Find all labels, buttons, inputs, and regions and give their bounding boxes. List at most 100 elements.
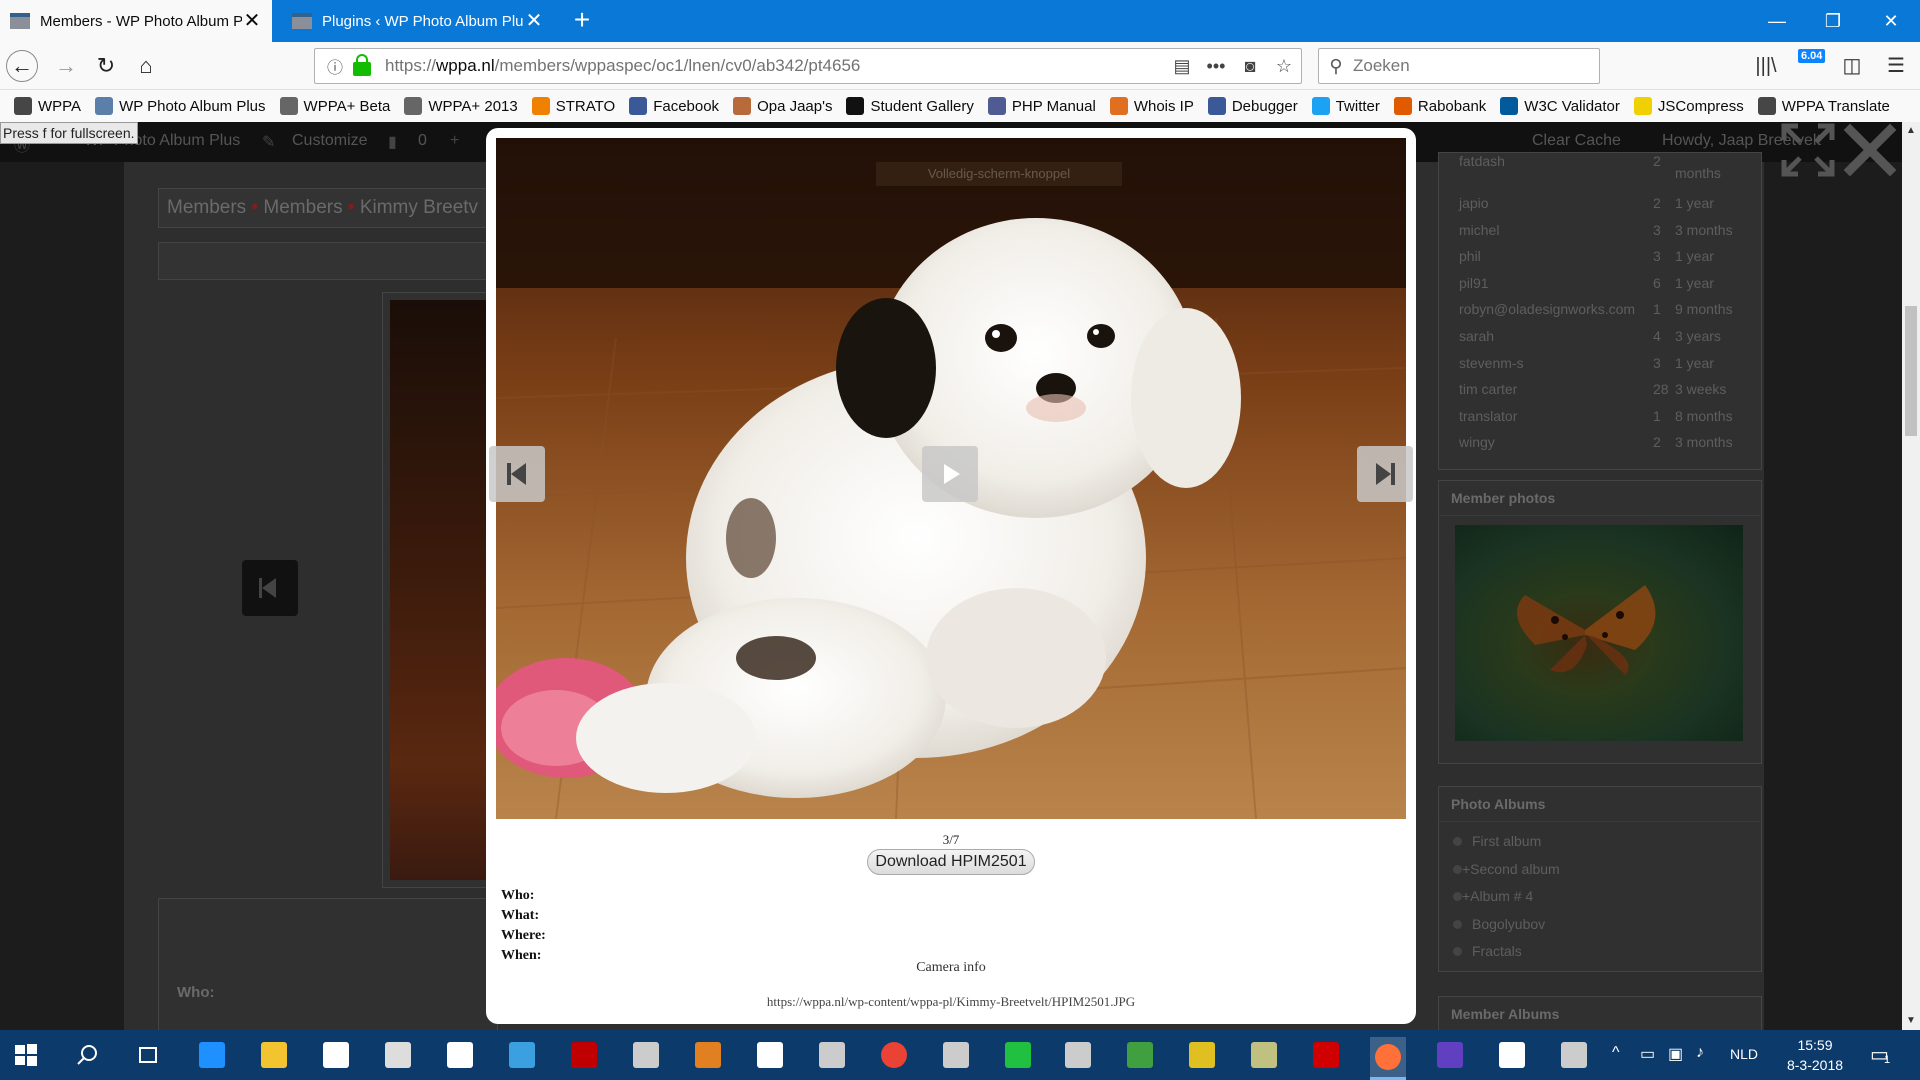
taskbar-puzzle-button[interactable]	[442, 1037, 478, 1073]
taskbar-mcafee-button[interactable]	[566, 1037, 602, 1073]
close-tab-icon[interactable]: ✕	[242, 11, 262, 31]
bookmark-item[interactable]: WP Photo Album Plus	[95, 97, 266, 115]
library-icon[interactable]: |||\	[1750, 50, 1782, 82]
breadcrumb-item[interactable]: Members	[167, 197, 246, 218]
bookmark-item[interactable]: WPPA Translate	[1757, 97, 1890, 115]
album-link[interactable]: +Album # 4	[1453, 888, 1533, 904]
taskbar-calculator-button[interactable]	[380, 1037, 416, 1073]
tab-members[interactable]: Members - WP Photo Album Pl ✕	[0, 0, 272, 42]
taskbar-file-explorer-button[interactable]	[256, 1037, 292, 1073]
taskbar-grid-button[interactable]	[752, 1037, 788, 1073]
pocket-icon[interactable]: ◙	[1233, 56, 1267, 77]
bookmark-item[interactable]: Debugger	[1207, 97, 1298, 115]
plus-icon[interactable]: +	[450, 132, 459, 150]
album-link[interactable]: +Second album	[1453, 861, 1560, 877]
search-input[interactable]	[1353, 56, 1583, 76]
forward-button[interactable]: →	[50, 50, 82, 82]
fullscreen-icon[interactable]	[1780, 122, 1836, 178]
new-tab-button[interactable]: +	[568, 6, 596, 35]
bookmark-item[interactable]: W3C Validator	[1500, 97, 1620, 115]
member-photo-thumbnail[interactable]	[1455, 525, 1743, 741]
play-slideshow-button[interactable]	[922, 446, 978, 502]
taskbar-notepad-button[interactable]	[1122, 1037, 1158, 1073]
next-photo-button[interactable]	[1357, 446, 1413, 502]
bookmark-item[interactable]: WPPA+ 2013	[404, 97, 518, 115]
url-text[interactable]: https://wppa.nl/members/wppaspec/oc1/lne…	[377, 56, 1165, 76]
taskbar-chrome-button[interactable]	[876, 1037, 912, 1073]
taskbar-visual-studio-button[interactable]	[1432, 1037, 1468, 1073]
image-icon	[819, 1042, 845, 1068]
taskbar-firefox-button[interactable]	[1370, 1037, 1406, 1080]
album-link[interactable]: Bogolyubov	[1453, 916, 1545, 932]
taskbar-edge-button[interactable]	[194, 1037, 230, 1073]
reload-button[interactable]: ↻	[90, 50, 122, 82]
bookmark-item[interactable]: PHP Manual	[987, 97, 1096, 115]
taskbar-task-view-button[interactable]	[130, 1037, 166, 1073]
taskbar-cards-button[interactable]	[1494, 1037, 1530, 1073]
scroll-up-arrow-icon[interactable]: ▲	[1902, 122, 1920, 140]
taskbar-media-button[interactable]	[1000, 1037, 1036, 1073]
search-bar[interactable]: ⚲	[1318, 48, 1600, 84]
taskbar-archive-button[interactable]	[1246, 1037, 1282, 1073]
download-button[interactable]: Download HPIM2501	[867, 849, 1035, 875]
clear-cache-link[interactable]: Clear Cache	[1532, 132, 1621, 150]
menu-icon[interactable]: ☰	[1880, 50, 1912, 82]
close-tab-icon[interactable]: ✕	[524, 11, 544, 31]
taskbar-drive-button[interactable]	[1060, 1037, 1096, 1073]
breadcrumb-item[interactable]: Members	[263, 197, 342, 218]
lock-icon[interactable]	[353, 54, 371, 76]
admin-customize-link[interactable]: Customize	[292, 132, 368, 150]
tab-plugins[interactable]: Plugins ‹ WP Photo Album Plus ✕	[282, 0, 554, 42]
album-link[interactable]: Fractals	[1453, 943, 1522, 959]
volume-icon[interactable]: ♪	[1696, 1044, 1704, 1062]
bookmark-item[interactable]: Student Gallery	[846, 97, 974, 115]
bookmark-item[interactable]: Rabobank	[1393, 97, 1486, 115]
sidebar-icon[interactable]: ◫	[1836, 50, 1868, 82]
slideshow-prev-button[interactable]	[242, 560, 298, 616]
album-link[interactable]: First album	[1453, 833, 1541, 849]
taskbar-image-button[interactable]	[814, 1037, 850, 1073]
page-scrollbar[interactable]: ▲ ▼	[1902, 122, 1920, 1030]
reader-view-icon[interactable]: ▤	[1165, 56, 1199, 77]
scroll-down-arrow-icon[interactable]: ▼	[1902, 1012, 1920, 1030]
scroll-thumb[interactable]	[1905, 306, 1917, 436]
bookmark-item[interactable]: WPPA+ Beta	[279, 97, 390, 115]
restore-button[interactable]: ❐	[1818, 6, 1848, 36]
bookmark-item[interactable]: Opa Jaap's	[733, 97, 832, 115]
close-window-button[interactable]: ✕	[1876, 6, 1906, 36]
previous-photo-button[interactable]	[489, 446, 545, 502]
language-indicator[interactable]: NLD	[1730, 1046, 1758, 1062]
close-lightbox-icon[interactable]	[1842, 122, 1898, 178]
page-actions-icon[interactable]: •••	[1199, 56, 1233, 77]
taskbar-start-button[interactable]	[8, 1037, 44, 1073]
taskbar-maps-button[interactable]	[1184, 1037, 1220, 1073]
camera-info-link[interactable]: Camera info	[486, 960, 1416, 976]
bookmark-item[interactable]: Twitter	[1311, 97, 1380, 115]
taskbar-paint-button[interactable]	[938, 1037, 974, 1073]
bookmark-item[interactable]: Whois IP	[1109, 97, 1194, 115]
bookmark-item[interactable]: WPPA	[14, 97, 81, 115]
back-button[interactable]: ←	[6, 50, 38, 82]
bookmark-item[interactable]: STRATO	[531, 97, 615, 115]
taskbar-store-button[interactable]	[318, 1037, 354, 1073]
clock[interactable]: 15:59 8-3-2018	[1780, 1035, 1850, 1075]
bookmark-item[interactable]: JSCompress	[1633, 97, 1744, 115]
network-icon[interactable]: ▣	[1668, 1044, 1683, 1064]
taskbar-weather-button[interactable]	[1556, 1037, 1592, 1073]
minimize-button[interactable]: —	[1762, 6, 1792, 36]
info-icon[interactable]: ⓘ	[321, 54, 349, 78]
user-last-active: 3 months	[1675, 434, 1733, 451]
taskbar-search-button[interactable]	[70, 1037, 106, 1073]
taskbar-tool-button[interactable]	[690, 1037, 726, 1073]
address-bar[interactable]: ⓘ https://wppa.nl/members/wppaspec/oc1/l…	[314, 48, 1302, 84]
tray-overflow-icon[interactable]: ^	[1612, 1044, 1620, 1062]
bookmark-star-icon[interactable]: ☆	[1267, 56, 1301, 77]
taskbar-disc-button[interactable]	[504, 1037, 540, 1073]
taskbar-filezilla-button[interactable]	[1308, 1037, 1344, 1073]
battery-icon[interactable]: ▭	[1640, 1044, 1655, 1064]
admin-comments-count[interactable]: 0	[418, 132, 427, 150]
home-button[interactable]: ⌂	[130, 50, 162, 82]
taskbar-remote-button[interactable]	[628, 1037, 664, 1073]
bookmark-item[interactable]: Facebook	[629, 97, 719, 115]
comment-icon[interactable]: ▮	[388, 132, 397, 152]
